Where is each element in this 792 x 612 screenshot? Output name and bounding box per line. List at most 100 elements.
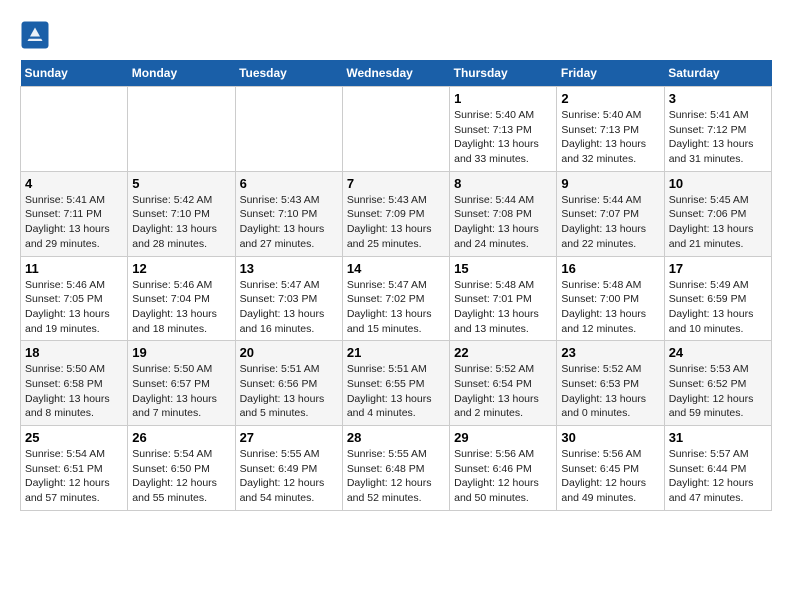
weekday-header-friday: Friday [557,60,664,87]
calendar-cell [21,87,128,172]
day-number: 7 [347,176,445,191]
calendar-week-row: 4Sunrise: 5:41 AM Sunset: 7:11 PM Daylig… [21,171,772,256]
day-info: Sunrise: 5:46 AM Sunset: 7:05 PM Dayligh… [25,278,123,337]
day-info: Sunrise: 5:56 AM Sunset: 6:46 PM Dayligh… [454,447,552,506]
calendar-cell: 10 Sunrise: 5:45 AM Sunset: 7:06 PM Dayli… [664,171,771,256]
day-info: Sunrise: 5:52 AM Sunset: 6:53 PM Dayligh… [561,362,659,421]
calendar-cell [235,87,342,172]
calendar-cell: 15 Sunrise: 5:48 AM Sunset: 7:01 PM Dayli… [450,256,557,341]
calendar-cell: 16 Sunrise: 5:48 AM Sunset: 7:00 PM Dayli… [557,256,664,341]
calendar-cell: 30 Sunrise: 5:56 AM Sunset: 6:45 PM Dayli… [557,426,664,511]
day-number: 21 [347,345,445,360]
day-number: 26 [132,430,230,445]
weekday-header-thursday: Thursday [450,60,557,87]
day-number: 6 [240,176,338,191]
day-number: 25 [25,430,123,445]
calendar-cell: 9 Sunrise: 5:44 AM Sunset: 7:07 PM Daylig… [557,171,664,256]
calendar-week-row: 11Sunrise: 5:46 AM Sunset: 7:05 PM Dayli… [21,256,772,341]
day-info: Sunrise: 5:48 AM Sunset: 7:01 PM Dayligh… [454,278,552,337]
day-number: 31 [669,430,767,445]
day-info: Sunrise: 5:45 AM Sunset: 7:06 PM Dayligh… [669,193,767,252]
day-number: 9 [561,176,659,191]
day-number: 2 [561,91,659,106]
day-number: 20 [240,345,338,360]
calendar-week-row: 1 Sunrise: 5:40 AM Sunset: 7:13 PM Daylig… [21,87,772,172]
day-number: 8 [454,176,552,191]
day-number: 3 [669,91,767,106]
day-number: 16 [561,261,659,276]
day-number: 30 [561,430,659,445]
day-number: 14 [347,261,445,276]
day-number: 27 [240,430,338,445]
day-number: 29 [454,430,552,445]
calendar-cell [342,87,449,172]
calendar-cell: 22 Sunrise: 5:52 AM Sunset: 6:54 PM Dayli… [450,341,557,426]
page-header [20,20,772,50]
day-info: Sunrise: 5:41 AM Sunset: 7:11 PM Dayligh… [25,193,123,252]
weekday-header-wednesday: Wednesday [342,60,449,87]
day-info: Sunrise: 5:40 AM Sunset: 7:13 PM Dayligh… [454,108,552,167]
calendar-cell: 14 Sunrise: 5:47 AM Sunset: 7:02 PM Dayli… [342,256,449,341]
day-info: Sunrise: 5:41 AM Sunset: 7:12 PM Dayligh… [669,108,767,167]
calendar-cell: 7 Sunrise: 5:43 AM Sunset: 7:09 PM Daylig… [342,171,449,256]
day-info: Sunrise: 5:47 AM Sunset: 7:03 PM Dayligh… [240,278,338,337]
calendar-cell: 4Sunrise: 5:41 AM Sunset: 7:11 PM Daylig… [21,171,128,256]
calendar-cell: 23 Sunrise: 5:52 AM Sunset: 6:53 PM Dayli… [557,341,664,426]
calendar-cell: 26 Sunrise: 5:54 AM Sunset: 6:50 PM Dayli… [128,426,235,511]
day-info: Sunrise: 5:56 AM Sunset: 6:45 PM Dayligh… [561,447,659,506]
day-info: Sunrise: 5:53 AM Sunset: 6:52 PM Dayligh… [669,362,767,421]
calendar-cell: 31 Sunrise: 5:57 AM Sunset: 6:44 PM Dayli… [664,426,771,511]
calendar-cell: 11Sunrise: 5:46 AM Sunset: 7:05 PM Dayli… [21,256,128,341]
day-info: Sunrise: 5:43 AM Sunset: 7:09 PM Dayligh… [347,193,445,252]
day-number: 1 [454,91,552,106]
day-info: Sunrise: 5:44 AM Sunset: 7:08 PM Dayligh… [454,193,552,252]
day-info: Sunrise: 5:50 AM Sunset: 6:57 PM Dayligh… [132,362,230,421]
day-number: 23 [561,345,659,360]
weekday-header-monday: Monday [128,60,235,87]
day-number: 12 [132,261,230,276]
calendar-cell: 25 Sunrise: 5:54 AM Sunset: 6:51 PM Dayli… [21,426,128,511]
calendar-week-row: 18Sunrise: 5:50 AM Sunset: 6:58 PM Dayli… [21,341,772,426]
calendar-cell: 3 Sunrise: 5:41 AM Sunset: 7:12 PM Daylig… [664,87,771,172]
day-info: Sunrise: 5:51 AM Sunset: 6:56 PM Dayligh… [240,362,338,421]
day-info: Sunrise: 5:54 AM Sunset: 6:50 PM Dayligh… [132,447,230,506]
day-info: Sunrise: 5:47 AM Sunset: 7:02 PM Dayligh… [347,278,445,337]
day-number: 15 [454,261,552,276]
day-info: Sunrise: 5:52 AM Sunset: 6:54 PM Dayligh… [454,362,552,421]
calendar-week-row: 25 Sunrise: 5:54 AM Sunset: 6:51 PM Dayli… [21,426,772,511]
day-info: Sunrise: 5:46 AM Sunset: 7:04 PM Dayligh… [132,278,230,337]
weekday-header-row: SundayMondayTuesdayWednesdayThursdayFrid… [21,60,772,87]
weekday-header-tuesday: Tuesday [235,60,342,87]
day-number: 13 [240,261,338,276]
day-number: 28 [347,430,445,445]
calendar-cell: 5 Sunrise: 5:42 AM Sunset: 7:10 PM Daylig… [128,171,235,256]
day-info: Sunrise: 5:51 AM Sunset: 6:55 PM Dayligh… [347,362,445,421]
day-number: 19 [132,345,230,360]
day-number: 5 [132,176,230,191]
day-number: 18 [25,345,123,360]
calendar-cell: 29 Sunrise: 5:56 AM Sunset: 6:46 PM Dayli… [450,426,557,511]
calendar-cell: 6Sunrise: 5:43 AM Sunset: 7:10 PM Daylig… [235,171,342,256]
calendar-cell: 21 Sunrise: 5:51 AM Sunset: 6:55 PM Dayli… [342,341,449,426]
day-info: Sunrise: 5:55 AM Sunset: 6:49 PM Dayligh… [240,447,338,506]
day-info: Sunrise: 5:44 AM Sunset: 7:07 PM Dayligh… [561,193,659,252]
day-info: Sunrise: 5:54 AM Sunset: 6:51 PM Dayligh… [25,447,123,506]
calendar-cell [128,87,235,172]
calendar-cell: 1 Sunrise: 5:40 AM Sunset: 7:13 PM Daylig… [450,87,557,172]
weekday-header-saturday: Saturday [664,60,771,87]
calendar-cell: 18Sunrise: 5:50 AM Sunset: 6:58 PM Dayli… [21,341,128,426]
calendar-cell: 19 Sunrise: 5:50 AM Sunset: 6:57 PM Dayli… [128,341,235,426]
day-number: 10 [669,176,767,191]
calendar-cell: 20 Sunrise: 5:51 AM Sunset: 6:56 PM Dayli… [235,341,342,426]
day-info: Sunrise: 5:57 AM Sunset: 6:44 PM Dayligh… [669,447,767,506]
calendar-cell: 27 Sunrise: 5:55 AM Sunset: 6:49 PM Dayli… [235,426,342,511]
calendar-cell: 2Sunrise: 5:40 AM Sunset: 7:13 PM Daylig… [557,87,664,172]
day-number: 22 [454,345,552,360]
weekday-header-sunday: Sunday [21,60,128,87]
day-info: Sunrise: 5:48 AM Sunset: 7:00 PM Dayligh… [561,278,659,337]
calendar-cell: 12 Sunrise: 5:46 AM Sunset: 7:04 PM Dayli… [128,256,235,341]
calendar-cell: 28Sunrise: 5:55 AM Sunset: 6:48 PM Dayli… [342,426,449,511]
day-number: 24 [669,345,767,360]
calendar-cell: 13 Sunrise: 5:47 AM Sunset: 7:03 PM Dayli… [235,256,342,341]
day-info: Sunrise: 5:42 AM Sunset: 7:10 PM Dayligh… [132,193,230,252]
